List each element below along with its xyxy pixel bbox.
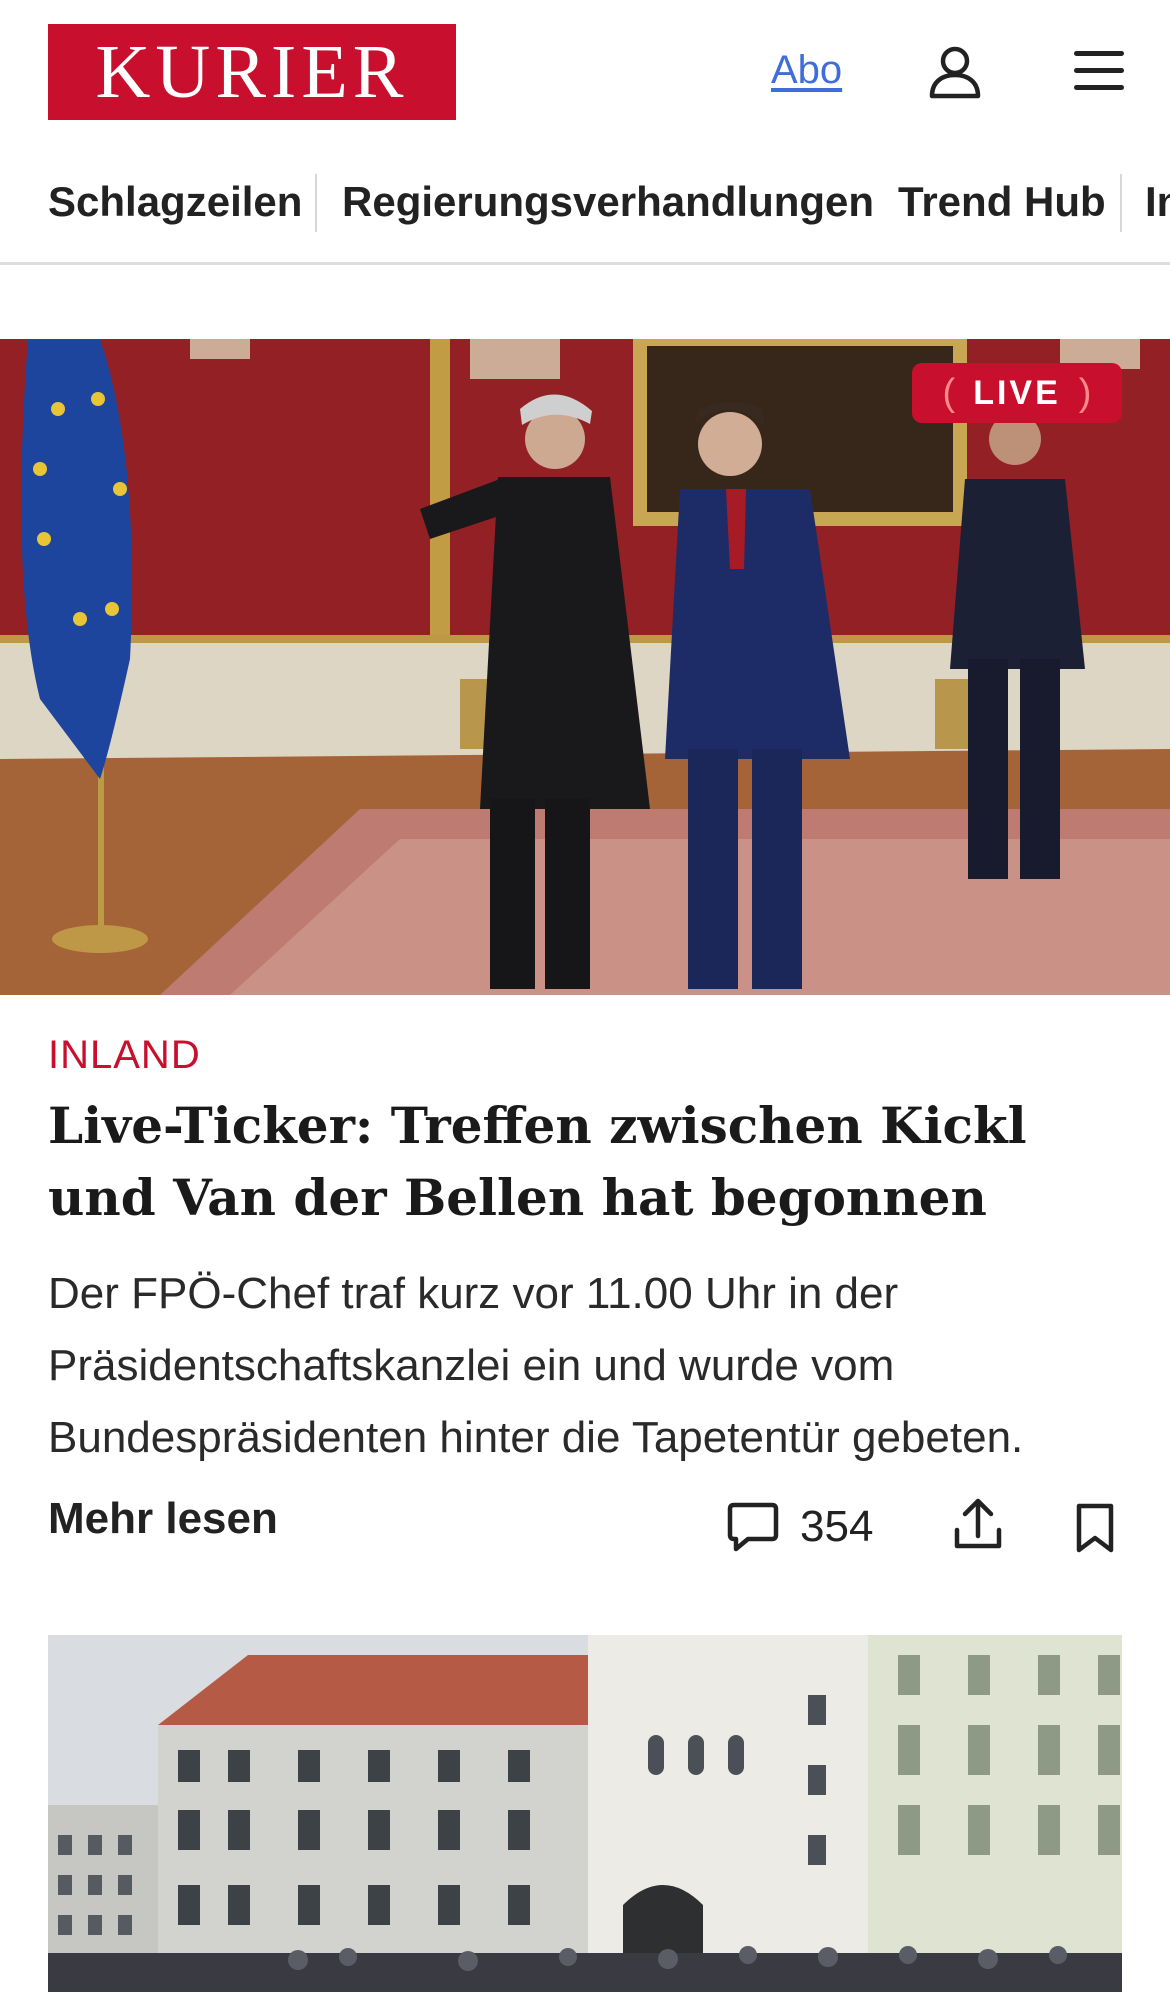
nav-item-regierungsverhandlungen[interactable]: Regierungsverhandlungen [342, 178, 874, 226]
live-badge-label: LIVE [973, 373, 1061, 412]
article-headline[interactable]: Live-Ticker: Treffen zwischen Kickl und … [48, 1090, 1128, 1234]
hamburger-menu-icon[interactable] [1072, 48, 1126, 94]
logo-text: KURIER [95, 30, 409, 114]
nav-item-inland[interactable]: In [1145, 178, 1170, 226]
comment-icon [727, 1502, 779, 1552]
lead-article-image[interactable] [0, 339, 1170, 995]
comment-count: 354 [800, 1502, 874, 1551]
article-teaser: Der FPÖ-Chef traf kurz vor 11.00 Uhr in … [48, 1269, 1024, 1462]
badge-paren-left: ( [942, 371, 956, 414]
nav-item-schlagzeilen[interactable]: Schlagzeilen [48, 178, 302, 226]
nav-divider [1120, 174, 1122, 232]
share-icon[interactable] [952, 1496, 1004, 1552]
category-nav: Schlagzeilen Regierungsverhandlungen Tre… [0, 166, 1170, 265]
site-header: KURIER Abo [0, 0, 1170, 145]
user-icon[interactable] [928, 44, 982, 100]
read-more-link[interactable]: Mehr lesen [48, 1494, 278, 1544]
abo-link[interactable]: Abo [771, 48, 842, 93]
hero-photo [0, 339, 1170, 995]
bookmark-icon[interactable] [1074, 1502, 1116, 1554]
badge-paren-right: ) [1078, 371, 1092, 414]
hofburg-photo [48, 1635, 1122, 1992]
kurier-logo[interactable]: KURIER [48, 24, 456, 120]
section-label[interactable]: INLAND [48, 1033, 201, 1078]
nav-item-trend-hub[interactable]: Trend Hub [898, 178, 1106, 226]
live-badge: ( LIVE ) [912, 363, 1122, 423]
comments-button[interactable]: 354 [726, 1497, 873, 1557]
nav-divider [315, 174, 317, 232]
second-article-image[interactable] [48, 1635, 1122, 1992]
